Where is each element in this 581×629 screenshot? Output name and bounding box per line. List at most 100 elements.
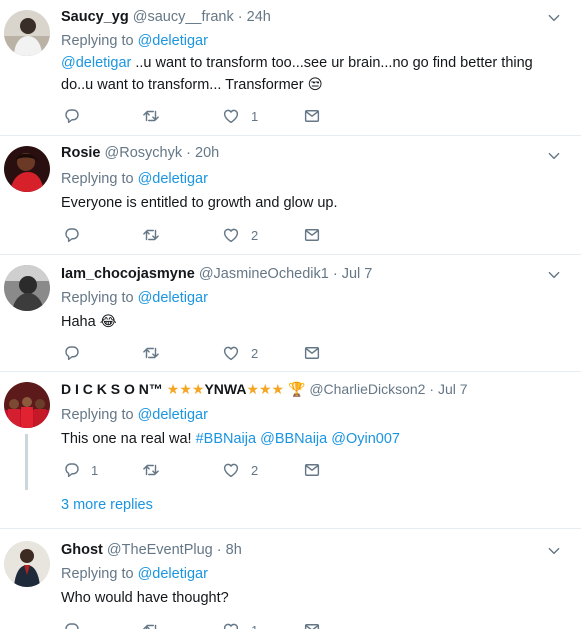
replying-to-mention[interactable]: @deletigar <box>138 407 208 423</box>
like-icon <box>221 107 241 125</box>
direct-message-button[interactable] <box>303 226 321 244</box>
tweet-saucy[interactable]: Saucy_yg @saucy__frank · 24h Replying to… <box>0 0 581 135</box>
user-handle[interactable]: @JasmineOchedik1 <box>199 266 329 282</box>
reply-button[interactable] <box>63 621 81 629</box>
like-button[interactable]: 1 <box>221 621 258 629</box>
retweet-icon <box>141 107 161 125</box>
replying-to-label: Replying to <box>61 171 134 187</box>
like-count: 2 <box>251 227 259 243</box>
retweet-button[interactable] <box>141 344 161 362</box>
retweet-button[interactable] <box>141 621 161 629</box>
action-bar: 2 <box>61 344 361 362</box>
replying-to-mention[interactable]: @deletigar <box>138 566 208 582</box>
mention-link[interactable]: @BBNaija <box>260 431 327 447</box>
action-bar: 1 <box>61 621 361 629</box>
direct-message-button[interactable] <box>303 621 321 629</box>
replying-to: Replying to @deletigar <box>61 289 208 307</box>
timestamp[interactable]: 20h <box>195 145 219 161</box>
separator-dot: · <box>332 266 338 282</box>
retweet-icon <box>141 226 161 244</box>
direct-message-button[interactable] <box>303 461 321 479</box>
like-button[interactable]: 2 <box>221 461 258 479</box>
tweet-jasmyne[interactable]: Iam_chocojasmyne @JasmineOchedik1 · Jul … <box>0 255 581 371</box>
hashtag-link[interactable]: #BBNaija <box>196 431 256 447</box>
tweet-text: Who would have thought? <box>61 590 229 606</box>
retweet-icon <box>141 344 161 362</box>
action-bar: 1 <box>61 107 361 125</box>
retweet-button[interactable] <box>141 107 161 125</box>
display-name[interactable]: D I C K S O N™ ★★★YNWA★★★ 🏆 <box>61 381 305 397</box>
tweet-ghost[interactable]: Ghost @TheEventPlug · 8h Replying to @de… <box>0 529 581 629</box>
reply-icon <box>63 107 81 125</box>
reply-icon <box>63 621 81 629</box>
avatar[interactable] <box>4 10 50 56</box>
direct-message-icon <box>303 226 321 244</box>
user-handle[interactable]: @TheEventPlug <box>107 542 213 558</box>
replying-to: Replying to @deletigar <box>61 170 208 188</box>
tweet-text: Haha 😂 <box>61 314 117 330</box>
reply-button[interactable] <box>63 226 81 244</box>
display-name[interactable]: Ghost <box>61 542 103 558</box>
replying-to-label: Replying to <box>61 290 134 306</box>
direct-message-icon <box>303 461 321 479</box>
like-button[interactable]: 1 <box>221 107 258 125</box>
avatar[interactable] <box>4 146 50 192</box>
direct-message-icon <box>303 107 321 125</box>
like-button[interactable]: 2 <box>221 344 258 362</box>
timestamp[interactable]: Jul 7 <box>342 266 373 282</box>
more-replies-link[interactable]: 3 more replies <box>61 497 153 513</box>
display-name[interactable]: Iam_chocojasmyne <box>61 266 195 282</box>
tweet-text: Everyone is entitled to growth and glow … <box>61 195 338 211</box>
avatar[interactable] <box>4 265 50 311</box>
user-handle[interactable]: @Rosychyk <box>105 145 183 161</box>
reply-button[interactable] <box>63 107 81 125</box>
tweet-header: Iam_chocojasmyne @JasmineOchedik1 · Jul … <box>61 265 372 283</box>
retweet-button[interactable] <box>141 461 161 479</box>
like-icon <box>221 344 241 362</box>
chevron-down-icon[interactable] <box>547 544 561 558</box>
avatar[interactable] <box>4 382 50 428</box>
timestamp[interactable]: 24h <box>247 9 271 25</box>
timestamp[interactable]: 8h <box>226 542 242 558</box>
reply-button[interactable] <box>63 344 81 362</box>
tweet-text: @deletigar ..u want to transform too...s… <box>61 52 566 96</box>
user-handle[interactable]: @saucy__frank <box>133 9 234 25</box>
direct-message-button[interactable] <box>303 107 321 125</box>
like-icon <box>221 226 241 244</box>
chevron-down-icon[interactable] <box>547 268 561 282</box>
reply-button[interactable]: 1 <box>63 461 98 479</box>
chevron-down-icon[interactable] <box>547 149 561 163</box>
user-handle[interactable]: @CharlieDickson2 <box>309 381 425 397</box>
replying-to-mention[interactable]: @deletigar <box>138 171 208 187</box>
separator-dot: · <box>237 9 243 25</box>
mention-link[interactable]: @Oyin007 <box>331 431 400 447</box>
replying-to-label: Replying to <box>61 566 134 582</box>
display-name[interactable]: Rosie <box>61 145 101 161</box>
tweet-rosie[interactable]: Rosie @Rosychyk · 20h Replying to @delet… <box>0 136 581 254</box>
action-bar: 2 <box>61 226 361 244</box>
like-button[interactable]: 2 <box>221 226 258 244</box>
avatar[interactable] <box>4 541 50 587</box>
thread-line <box>25 434 28 490</box>
tweet-body: ..u want to transform too...see ur brain… <box>61 55 533 93</box>
like-icon <box>221 461 241 479</box>
replying-to-mention[interactable]: @deletigar <box>138 290 208 306</box>
chevron-down-icon[interactable] <box>547 11 561 25</box>
tweet-header: D I C K S O N™ ★★★YNWA★★★ 🏆 @CharlieDick… <box>61 380 468 398</box>
tweet-dickson[interactable]: D I C K S O N™ ★★★YNWA★★★ 🏆 @CharlieDick… <box>0 372 581 528</box>
replying-to-label: Replying to <box>61 33 134 49</box>
like-count: 2 <box>251 345 259 361</box>
separator-dot: · <box>186 145 191 161</box>
display-name[interactable]: Saucy_yg <box>61 9 129 25</box>
retweet-button[interactable] <box>141 226 161 244</box>
direct-message-icon <box>303 621 321 629</box>
direct-message-button[interactable] <box>303 344 321 362</box>
retweet-icon <box>141 461 161 479</box>
replying-to: Replying to @deletigar <box>61 406 208 424</box>
direct-message-icon <box>303 344 321 362</box>
timestamp[interactable]: Jul 7 <box>438 381 468 397</box>
replying-to-mention[interactable]: @deletigar <box>138 33 208 49</box>
text-mention[interactable]: @deletigar <box>61 55 131 71</box>
like-count: 1 <box>251 623 258 629</box>
tweet-header: Saucy_yg @saucy__frank · 24h <box>61 8 271 26</box>
